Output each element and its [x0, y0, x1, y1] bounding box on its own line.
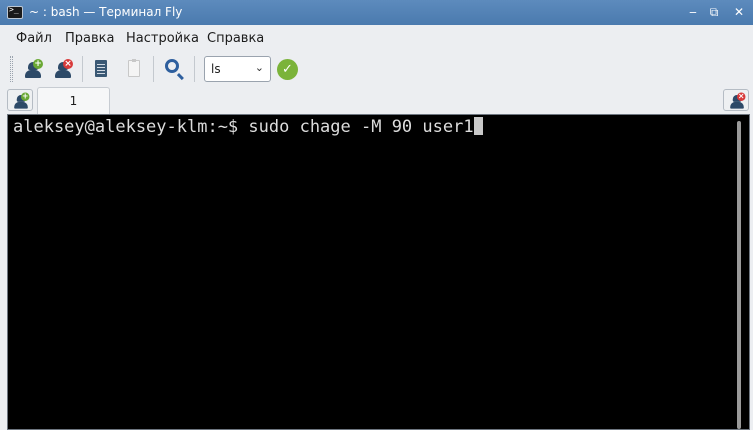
new-tab-button[interactable]: + — [7, 89, 33, 111]
maximize-button[interactable]: ⧉ — [705, 3, 723, 21]
toolbar-separator — [194, 56, 195, 82]
terminal-area[interactable]: aleksey@aleksey-klm:~$ sudo chage -M 90 … — [7, 114, 750, 430]
text-cursor — [473, 117, 483, 135]
toolbar-separator — [82, 56, 83, 82]
remove-user-icon: × — [54, 59, 73, 78]
tab-session-1[interactable]: 1 — [37, 87, 110, 114]
toolbar-separator — [153, 56, 154, 82]
search-icon — [165, 59, 179, 73]
add-user-icon: + — [24, 59, 43, 78]
paste-button[interactable] — [121, 56, 147, 82]
command-select[interactable]: ls ⌄ — [204, 56, 271, 82]
terminal-line: aleksey@aleksey-klm:~$ sudo chage -M 90 … — [13, 117, 483, 137]
typed-command: sudo chage -M 90 user1 — [248, 117, 474, 137]
menu-edit[interactable]: Правка — [65, 31, 114, 46]
copy-icon — [95, 60, 107, 77]
terminal-app-icon — [7, 5, 23, 19]
add-user-icon: + — [13, 92, 30, 109]
check-icon: ✓ — [282, 62, 293, 77]
remove-user-icon: × — [729, 92, 746, 109]
tab-bar: + 1 × — [0, 87, 753, 114]
terminal-window: ~ : bash — Терминал Fly ‒ ⧉ ✕ Файл Правк… — [0, 0, 753, 430]
new-session-button[interactable]: + — [20, 56, 46, 82]
shell-prompt: aleksey@aleksey-klm:~$ — [13, 117, 249, 137]
menu-bar: Файл Правка Настройка Справка — [0, 25, 753, 51]
menu-help[interactable]: Справка — [207, 31, 264, 46]
execute-command-button[interactable]: ✓ — [277, 59, 298, 80]
close-button[interactable]: ✕ — [730, 3, 748, 21]
paste-icon — [128, 59, 140, 77]
title-bar[interactable]: ~ : bash — Терминал Fly ‒ ⧉ ✕ — [0, 0, 753, 25]
chevron-down-icon: ⌄ — [254, 61, 264, 74]
window-title: ~ : bash — Терминал Fly — [29, 5, 183, 19]
copy-button[interactable] — [88, 56, 114, 82]
close-session-button[interactable]: × — [50, 56, 76, 82]
toolbar: + × ls ⌄ ✓ — [0, 51, 753, 87]
close-tab-button[interactable]: × — [723, 89, 749, 111]
vertical-scrollbar[interactable] — [737, 121, 741, 429]
menu-settings[interactable]: Настройка — [126, 31, 199, 46]
toolbar-grip[interactable] — [10, 56, 13, 82]
minimize-button[interactable]: ‒ — [684, 3, 702, 21]
search-button[interactable] — [161, 56, 187, 82]
menu-file[interactable]: Файл — [16, 31, 52, 46]
command-select-value: ls — [211, 62, 221, 76]
